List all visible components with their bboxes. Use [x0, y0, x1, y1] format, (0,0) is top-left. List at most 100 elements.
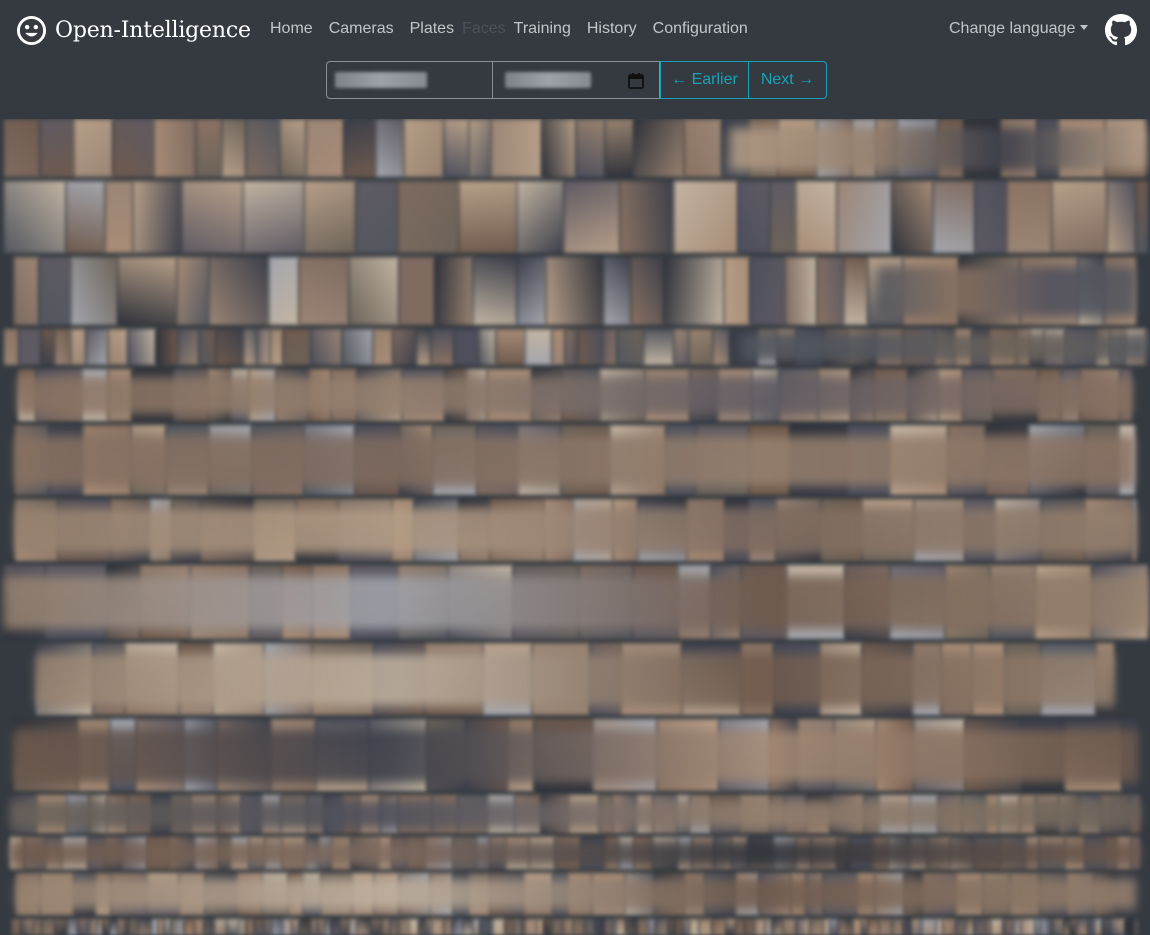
face-thumbnail[interactable]	[283, 329, 311, 365]
face-thumbnail[interactable]	[689, 329, 713, 365]
face-thumbnail[interactable]	[209, 257, 269, 325]
face-thumbnail[interactable]	[956, 919, 966, 935]
face-thumbnail[interactable]	[525, 329, 552, 365]
face-thumbnail[interactable]	[638, 919, 649, 935]
face-thumbnail[interactable]	[41, 329, 55, 365]
nav-item-cameras[interactable]: Cameras	[321, 20, 402, 38]
face-thumbnail[interactable]	[892, 919, 903, 935]
face-thumbnail[interactable]	[991, 919, 1003, 935]
nav-item-faces[interactable]: Faces	[462, 20, 506, 38]
face-thumbnail[interactable]	[382, 919, 390, 935]
face-thumbnail[interactable]	[626, 919, 638, 935]
face-thumbnail[interactable]	[68, 919, 78, 935]
face-thumbnail[interactable]	[39, 257, 71, 325]
start-date-input[interactable]	[326, 61, 493, 99]
face-thumbnail[interactable]	[817, 257, 844, 325]
face-thumbnail[interactable]	[12, 919, 21, 935]
face-thumbnail[interactable]	[517, 181, 564, 253]
face-thumbnail[interactable]	[542, 119, 576, 177]
face-thumbnail[interactable]	[269, 257, 299, 325]
face-thumbnail[interactable]	[525, 919, 537, 935]
face-thumbnail[interactable]	[690, 919, 699, 935]
face-thumbnail[interactable]	[199, 329, 216, 365]
face-thumbnail[interactable]	[222, 119, 246, 177]
face-thumbnail[interactable]	[393, 329, 417, 365]
face-thumbnail[interactable]	[371, 919, 382, 935]
face-thumbnail[interactable]	[493, 919, 505, 935]
face-thumbnail[interactable]	[419, 919, 426, 935]
face-thumbnail[interactable]	[785, 257, 817, 325]
face-thumbnail[interactable]	[244, 329, 257, 365]
face-thumbnail[interactable]	[113, 119, 154, 177]
face-thumbnail[interactable]	[435, 257, 473, 325]
face-thumbnail[interactable]	[108, 329, 128, 365]
face-thumbnail[interactable]	[42, 919, 55, 935]
face-thumbnail[interactable]	[903, 919, 912, 935]
face-thumbnail[interactable]	[1088, 919, 1095, 935]
face-thumbnail[interactable]	[257, 329, 270, 365]
face-thumbnail[interactable]	[712, 919, 726, 935]
face-thumbnail[interactable]	[837, 181, 892, 253]
face-thumbnail[interactable]	[128, 329, 156, 365]
face-thumbnail[interactable]	[19, 329, 41, 365]
face-thumbnail[interactable]	[4, 181, 66, 253]
face-thumbnail[interactable]	[564, 181, 620, 253]
face-thumbnail[interactable]	[936, 919, 943, 935]
face-thumbnail[interactable]	[454, 329, 479, 365]
face-thumbnail[interactable]	[306, 119, 344, 177]
face-thumbnail[interactable]	[417, 329, 431, 365]
face-thumbnail[interactable]	[491, 119, 542, 177]
face-thumbnail[interactable]	[300, 919, 311, 935]
face-thumbnail[interactable]	[292, 919, 300, 935]
face-thumbnail[interactable]	[868, 919, 879, 935]
face-thumbnail[interactable]	[684, 119, 722, 177]
face-thumbnail[interactable]	[304, 181, 356, 253]
face-thumbnail[interactable]	[473, 919, 480, 935]
face-thumbnail[interactable]	[844, 257, 868, 325]
face-thumbnail[interactable]	[933, 181, 975, 253]
face-thumbnail[interactable]	[605, 919, 616, 935]
face-thumbnail[interactable]	[664, 257, 724, 325]
face-thumbnail[interactable]	[912, 919, 922, 935]
face-thumbnail[interactable]	[178, 329, 199, 365]
face-thumbnail[interactable]	[562, 919, 573, 935]
face-thumbnail[interactable]	[879, 919, 892, 935]
face-thumbnail[interactable]	[105, 181, 133, 253]
face-thumbnail[interactable]	[272, 919, 283, 935]
face-thumbnail[interactable]	[398, 919, 409, 935]
face-thumbnail[interactable]	[943, 919, 956, 935]
face-thumbnail[interactable]	[830, 919, 839, 935]
nav-item-plates[interactable]: Plates	[402, 20, 462, 38]
face-thumbnail[interactable]	[1135, 919, 1138, 935]
earlier-button[interactable]: ← Earlier	[660, 61, 749, 99]
face-thumbnail[interactable]	[1021, 919, 1035, 935]
face-thumbnail[interactable]	[1007, 181, 1052, 253]
face-thumbnail[interactable]	[184, 919, 194, 935]
face-thumbnail[interactable]	[668, 919, 676, 935]
face-thumbnail[interactable]	[644, 329, 674, 365]
face-thumbnail[interactable]	[156, 329, 178, 365]
face-thumbnail[interactable]	[573, 919, 585, 935]
face-thumbnail[interactable]	[55, 329, 71, 365]
face-thumbnail[interactable]	[823, 919, 830, 935]
face-thumbnail[interactable]	[750, 257, 785, 325]
face-thumbnail[interactable]	[133, 181, 182, 253]
face-thumbnail[interactable]	[544, 919, 552, 935]
face-thumbnail[interactable]	[765, 919, 772, 935]
face-thumbnail[interactable]	[1052, 181, 1107, 253]
face-thumbnail[interactable]	[280, 119, 306, 177]
face-thumbnail[interactable]	[154, 119, 196, 177]
face-thumbnail[interactable]	[576, 119, 605, 177]
face-thumbnail[interactable]	[975, 181, 1007, 253]
nav-item-history[interactable]: History	[579, 20, 645, 38]
face-thumbnail[interactable]	[88, 919, 97, 935]
face-thumbnail[interactable]	[853, 919, 862, 935]
face-thumbnail[interactable]	[349, 257, 399, 325]
face-thumbnail[interactable]	[603, 329, 617, 365]
face-thumbnail[interactable]	[409, 919, 419, 935]
face-thumbnail[interactable]	[318, 919, 325, 935]
face-thumbnail[interactable]	[738, 181, 770, 253]
face-thumbnail[interactable]	[537, 919, 544, 935]
face-thumbnail[interactable]	[283, 919, 292, 935]
face-thumbnail[interactable]	[215, 919, 227, 935]
